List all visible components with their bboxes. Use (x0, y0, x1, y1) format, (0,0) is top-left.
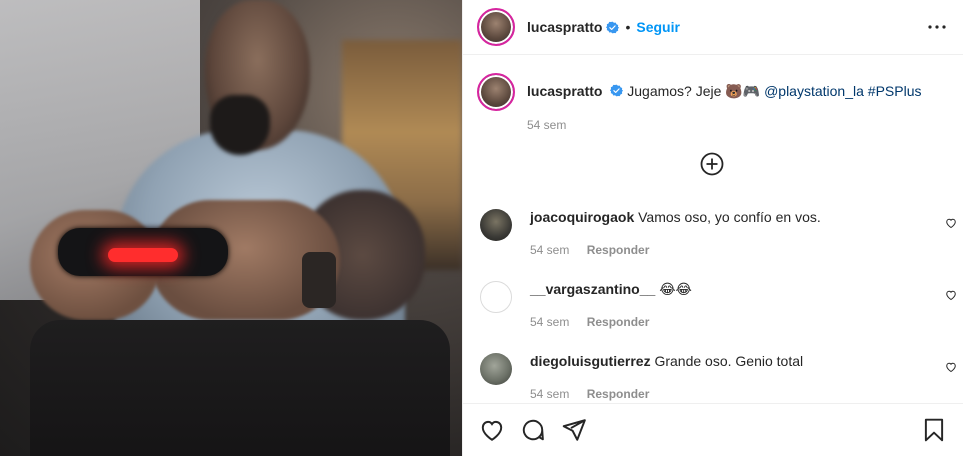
comment-meta: 54 sem Responder (530, 387, 649, 401)
follow-button[interactable]: Seguir (636, 19, 680, 35)
comment-button[interactable] (520, 417, 546, 443)
comment-reply-button[interactable]: Responder (587, 243, 650, 257)
comment-username[interactable]: __vargaszantino__ (530, 281, 655, 297)
plus-circle-icon[interactable] (700, 152, 724, 176)
comment-body: diegoluisgutierrez Grande oso. Genio tot… (530, 353, 803, 369)
verified-badge-icon (610, 84, 624, 97)
comment-avatar[interactable] (480, 209, 512, 241)
save-button[interactable] (921, 417, 947, 443)
caption-username[interactable]: lucaspratto (527, 83, 602, 99)
heart-icon[interactable] (945, 217, 957, 229)
comment-timestamp[interactable]: 54 sem (530, 387, 569, 401)
comment-item: diegoluisgutierrez Grande oso. Genio tot… (477, 349, 957, 409)
comment-text: Vamos oso, yo confío en vos. (638, 209, 821, 225)
comment-item: __vargaszantino__ 😂😂 54 sem Responder (477, 277, 957, 337)
verified-badge-icon (606, 21, 620, 33)
caption-avatar[interactable] (477, 73, 515, 111)
comment-reply-button[interactable]: Responder (587, 387, 650, 401)
caption-text: Jugamos? Jeje (627, 83, 722, 99)
comment-body: joacoquirogaok Vamos oso, yo confío en v… (530, 209, 821, 225)
header-separator: • (625, 19, 631, 35)
caption-hashtag-link[interactable]: #PSPlus (868, 83, 922, 99)
comment-text: 😂😂 (659, 281, 692, 297)
more-options-icon (928, 25, 946, 29)
post-header: lucaspratto • Seguir (463, 0, 963, 55)
heart-icon[interactable] (945, 361, 957, 373)
author-avatar[interactable] (477, 8, 515, 46)
comment-meta: 54 sem Responder (530, 243, 649, 257)
share-button[interactable] (561, 417, 587, 443)
post-actions-bar (463, 403, 963, 456)
comment-timestamp[interactable]: 54 sem (530, 243, 569, 257)
comment-icon (522, 419, 544, 441)
heart-icon[interactable] (945, 289, 957, 301)
comment-timestamp[interactable]: 54 sem (530, 315, 569, 329)
image-legs (30, 320, 450, 456)
post-image[interactable] (0, 0, 462, 456)
comment-reply-button[interactable]: Responder (587, 315, 650, 329)
comment-avatar[interactable] (480, 353, 512, 385)
post-side-panel: lucaspratto • Seguir lucaspratto Jugamos… (462, 0, 963, 456)
comment-meta: 54 sem Responder (530, 315, 649, 329)
caption-mention-link[interactable]: @playstation_la (764, 83, 864, 99)
more-options-button[interactable] (925, 15, 949, 39)
image-watch (302, 252, 336, 308)
post-caption: lucaspratto Jugamos? Jeje 🐻🎮 @playstatio… (463, 55, 963, 134)
comment-avatar[interactable] (480, 281, 512, 313)
comment-username[interactable]: joacoquirogaok (530, 209, 634, 225)
caption-body: lucaspratto Jugamos? Jeje 🐻🎮 @playstatio… (527, 73, 922, 134)
caption-timestamp[interactable]: 54 sem (527, 116, 922, 134)
comment-username[interactable]: diegoluisgutierrez (530, 353, 651, 369)
send-icon (562, 419, 586, 441)
image-controller-light (108, 248, 178, 262)
comment-text: Grande oso. Genio total (654, 353, 804, 369)
like-button[interactable] (479, 417, 505, 443)
bookmark-icon (924, 418, 944, 442)
image-beard (210, 95, 270, 155)
author-username[interactable]: lucaspratto (527, 19, 602, 35)
heart-icon (481, 420, 503, 441)
comment-body: __vargaszantino__ 😂😂 (530, 281, 692, 298)
comment-item: joacoquirogaok Vamos oso, yo confío en v… (477, 205, 957, 265)
caption-emojis: 🐻🎮 (725, 83, 761, 99)
